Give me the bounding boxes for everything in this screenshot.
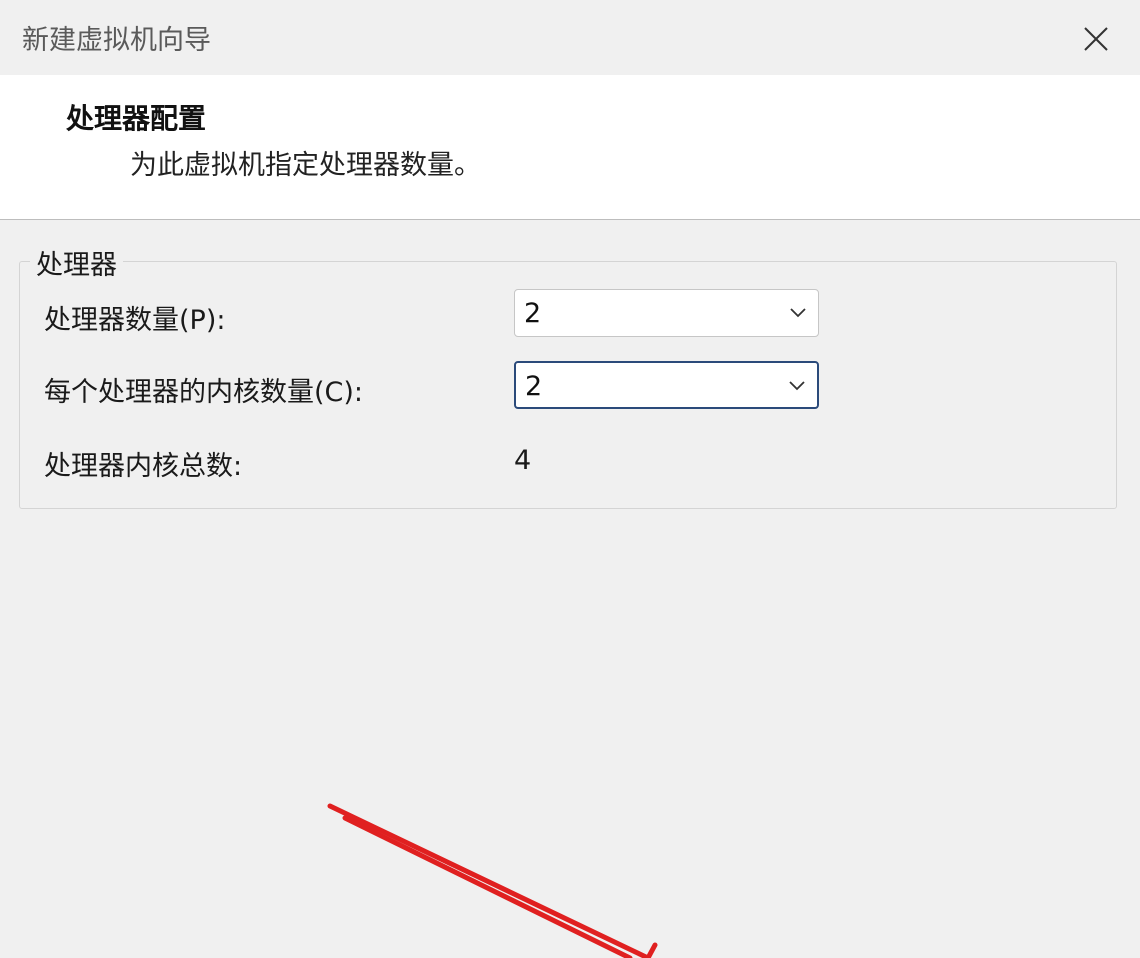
red-arrow-annotation (327, 803, 658, 958)
